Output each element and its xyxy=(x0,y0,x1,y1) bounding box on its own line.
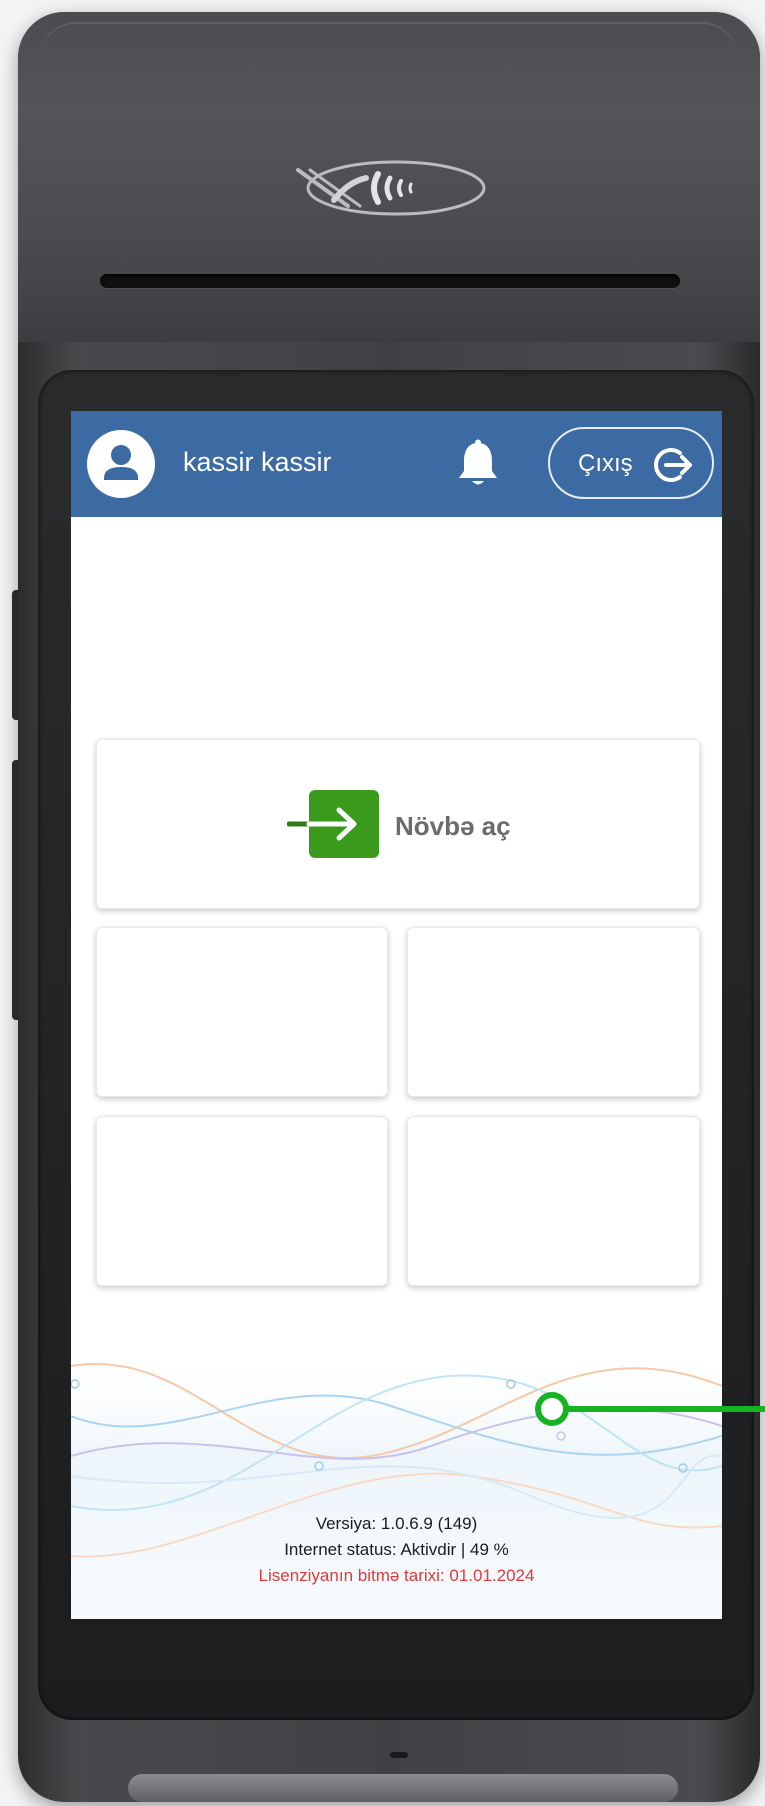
enter-arrow-icon xyxy=(287,790,379,858)
user-icon xyxy=(104,445,138,480)
internet-status-text: Internet status: Aktivdir | 49 % xyxy=(284,1540,509,1559)
printer-slot xyxy=(100,274,680,288)
menu-tile[interactable] xyxy=(96,927,388,1097)
callout-marker xyxy=(535,1392,569,1426)
version-text: Versiya: 1.0.6.9 (149) xyxy=(315,1514,478,1533)
app-screen: kassir kassir Çıxış Növbə aç Versiya: 1.… xyxy=(71,411,722,1619)
device-sensor xyxy=(390,1752,408,1758)
avatar[interactable] xyxy=(87,430,155,498)
logout-button[interactable]: Çıxış xyxy=(548,427,714,499)
user-name: kassir kassir xyxy=(183,447,332,477)
menu-tile[interactable] xyxy=(407,1116,700,1286)
open-shift-button[interactable]: Növbə aç xyxy=(96,739,700,909)
device-bottom-bar xyxy=(128,1774,678,1802)
menu-tile[interactable] xyxy=(96,1116,388,1286)
app-header: kassir kassir Çıxış xyxy=(71,411,722,517)
stage: kassir kassir Çıxış Növbə aç Versiya: 1.… xyxy=(0,0,765,1806)
bell-icon[interactable] xyxy=(455,439,501,489)
menu-tile[interactable] xyxy=(407,927,700,1097)
open-shift-label: Növbə aç xyxy=(395,811,511,841)
logout-icon xyxy=(654,448,692,482)
license-expiry-text: Lisenziyanın bitmə tarixi: 01.01.2024 xyxy=(258,1566,535,1585)
nfc-icon xyxy=(296,160,486,216)
logout-label: Çıxış xyxy=(578,450,633,477)
callout-line xyxy=(568,1406,765,1412)
device-rim xyxy=(40,22,738,84)
